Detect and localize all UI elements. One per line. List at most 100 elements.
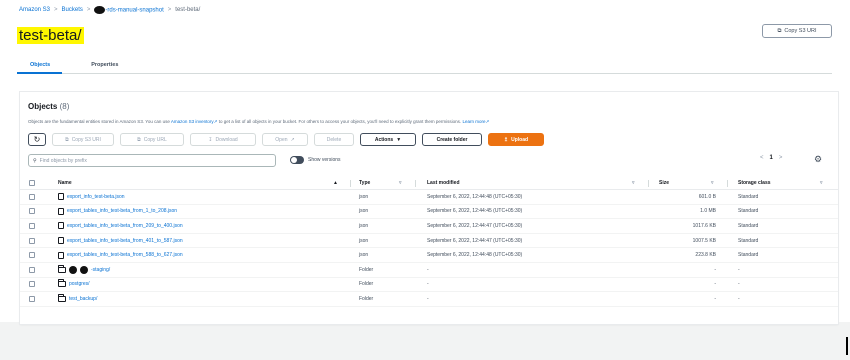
upload-button[interactable]: ↥ Upload: [488, 133, 544, 146]
object-name-cell: postgres/: [58, 278, 90, 292]
objects-description: Objects are the fundamental entities sto…: [28, 119, 489, 125]
inventory-link[interactable]: Amazon S3 inventory: [171, 119, 214, 124]
page-title: test-beta/: [17, 27, 84, 44]
breadcrumb-bucket[interactable]: -rds-manual-snapshot: [94, 6, 164, 14]
row-checkbox[interactable]: [29, 234, 35, 248]
object-type: json: [359, 193, 369, 200]
column-header-type[interactable]: Type: [359, 177, 370, 189]
object-size: -: [714, 295, 716, 302]
sort-icon[interactable]: ▿: [820, 177, 823, 189]
objects-toolbar: ↻ ⧉ Copy S3 URI ⧉ Copy URL ↧ Download Open ↗…: [28, 133, 544, 146]
tab-objects[interactable]: Objects: [17, 58, 63, 74]
object-last-modified: September 6, 2022, 12:44:48 (UTC+05:30): [427, 193, 523, 200]
table-row[interactable]: export_tables_info_test-beta_from_401_to…: [20, 234, 838, 249]
checkbox[interactable]: [29, 208, 35, 215]
page-number[interactable]: 1: [770, 155, 773, 161]
refresh-button[interactable]: ↻: [28, 133, 46, 146]
column-divider: [727, 180, 728, 187]
show-versions-toggle[interactable]: Show versions: [290, 156, 341, 164]
object-name-link[interactable]: export_info_test-beta.json: [67, 194, 125, 200]
object-name-link[interactable]: postgres/: [69, 281, 90, 287]
table-row[interactable]: -staging/Folder - - -: [20, 263, 838, 278]
column-header-storage-class[interactable]: Storage class: [738, 177, 771, 189]
redaction-mark: [69, 265, 77, 274]
select-all-checkbox[interactable]: [29, 177, 35, 189]
chevron-right-icon[interactable]: >: [779, 155, 783, 161]
object-size: 1007.5 KB: [692, 237, 716, 244]
column-header-name[interactable]: Name: [58, 177, 72, 189]
checkbox[interactable]: [29, 281, 35, 288]
table-row[interactable]: export_info_test-beta.json json September …: [20, 190, 838, 205]
row-checkbox[interactable]: [29, 219, 35, 233]
objects-panel: Objects (8) Objects are the fundamental …: [20, 92, 838, 324]
checkbox[interactable]: [29, 193, 35, 200]
row-checkbox[interactable]: [29, 248, 35, 262]
delete-button[interactable]: Delete: [314, 133, 354, 146]
object-name-link[interactable]: export_tables_info_test-beta_from_401_to…: [67, 238, 183, 244]
object-last-modified: September 6, 2022, 12:44:45 (UTC+05:30): [427, 208, 523, 215]
column-header-size[interactable]: Size: [659, 177, 669, 189]
copy-s3-uri-disabled-button[interactable]: ⧉ Copy S3 URI: [52, 133, 114, 146]
chevron-right-icon: >: [167, 7, 172, 13]
sort-icon[interactable]: ▿: [711, 177, 714, 189]
open-button[interactable]: Open ↗: [262, 133, 308, 146]
object-type: json: [359, 208, 369, 215]
download-label: Download: [215, 136, 238, 143]
object-type: json: [359, 237, 369, 244]
row-checkbox[interactable]: [29, 190, 35, 204]
checkbox[interactable]: [29, 180, 35, 186]
object-last-modified: September 6, 2022, 12:44:47 (UTC+05:30): [427, 222, 523, 229]
upload-label: Upload: [511, 136, 529, 143]
breadcrumb-bucket-label[interactable]: -rds-manual-snapshot: [105, 8, 163, 14]
object-name-link[interactable]: -staging/: [91, 267, 110, 273]
row-checkbox[interactable]: [29, 292, 35, 306]
download-button[interactable]: ↧ Download: [190, 133, 256, 146]
table-row[interactable]: export_tables_info_test-beta_from_1_to_2…: [20, 205, 838, 220]
table-row[interactable]: export_tables_info_test-beta_from_209_to…: [20, 219, 838, 234]
objects-heading-label: Objects: [28, 102, 58, 111]
checkbox[interactable]: [29, 252, 35, 259]
download-icon: ↧: [208, 136, 213, 143]
actions-dropdown[interactable]: Actions ▼: [360, 133, 416, 146]
gear-icon[interactable]: ⚙: [814, 154, 822, 165]
sort-ascending-icon[interactable]: ▲: [333, 177, 338, 189]
copy-s3-uri-button[interactable]: ⧉ Copy S3 URI: [762, 24, 832, 38]
show-versions-label: Show versions: [308, 157, 341, 163]
object-storage-class: Standard: [738, 222, 759, 229]
object-size: 601.0 B: [698, 193, 716, 200]
sort-icon[interactable]: ▿: [399, 177, 402, 189]
row-checkbox[interactable]: [29, 263, 35, 277]
sort-icon[interactable]: ▿: [632, 177, 635, 189]
chevron-left-icon[interactable]: <: [760, 155, 764, 161]
object-name-link[interactable]: export_tables_info_test-beta_from_209_to…: [67, 223, 183, 229]
checkbox[interactable]: [29, 222, 35, 229]
description-text-mid: to get a list of all objects in your buc…: [218, 119, 462, 124]
table-row[interactable]: test_backup/Folder - - -: [20, 292, 838, 307]
object-size: 1.0 MB: [700, 208, 716, 215]
search-input[interactable]: ⚲ Find objects by prefix: [28, 154, 276, 167]
tab-properties[interactable]: Properties: [78, 58, 130, 74]
checkbox[interactable]: [29, 237, 35, 244]
external-link-icon: ↗: [213, 119, 218, 124]
copy-url-button[interactable]: ⧉ Copy URL: [120, 133, 184, 146]
row-checkbox[interactable]: [29, 278, 35, 292]
create-folder-button[interactable]: Create folder: [422, 133, 482, 146]
object-name-link[interactable]: export_tables_info_test-beta_from_588_to…: [67, 252, 183, 258]
toggle-switch[interactable]: [290, 156, 304, 164]
object-name-link[interactable]: test_backup/: [69, 296, 97, 302]
object-size: -: [714, 281, 716, 288]
object-name-cell: export_tables_info_test-beta_from_588_to…: [58, 248, 183, 262]
actions-label: Actions: [374, 136, 394, 143]
table-row[interactable]: export_tables_info_test-beta_from_588_to…: [20, 248, 838, 263]
checkbox[interactable]: [29, 266, 35, 273]
column-header-last-modified[interactable]: Last modified: [427, 177, 460, 189]
checkbox[interactable]: [29, 295, 35, 302]
learn-more-link[interactable]: Learn more: [462, 119, 485, 124]
objects-heading: Objects (8): [28, 102, 69, 111]
object-name-link[interactable]: export_tables_info_test-beta_from_1_to_2…: [67, 208, 177, 214]
row-checkbox[interactable]: [29, 205, 35, 219]
tab-bar: Objects Properties: [17, 58, 832, 74]
table-row[interactable]: postgres/Folder - - -: [20, 278, 838, 293]
breadcrumb-buckets[interactable]: Buckets: [62, 7, 83, 13]
breadcrumb-amazon-s3[interactable]: Amazon S3: [19, 7, 50, 13]
